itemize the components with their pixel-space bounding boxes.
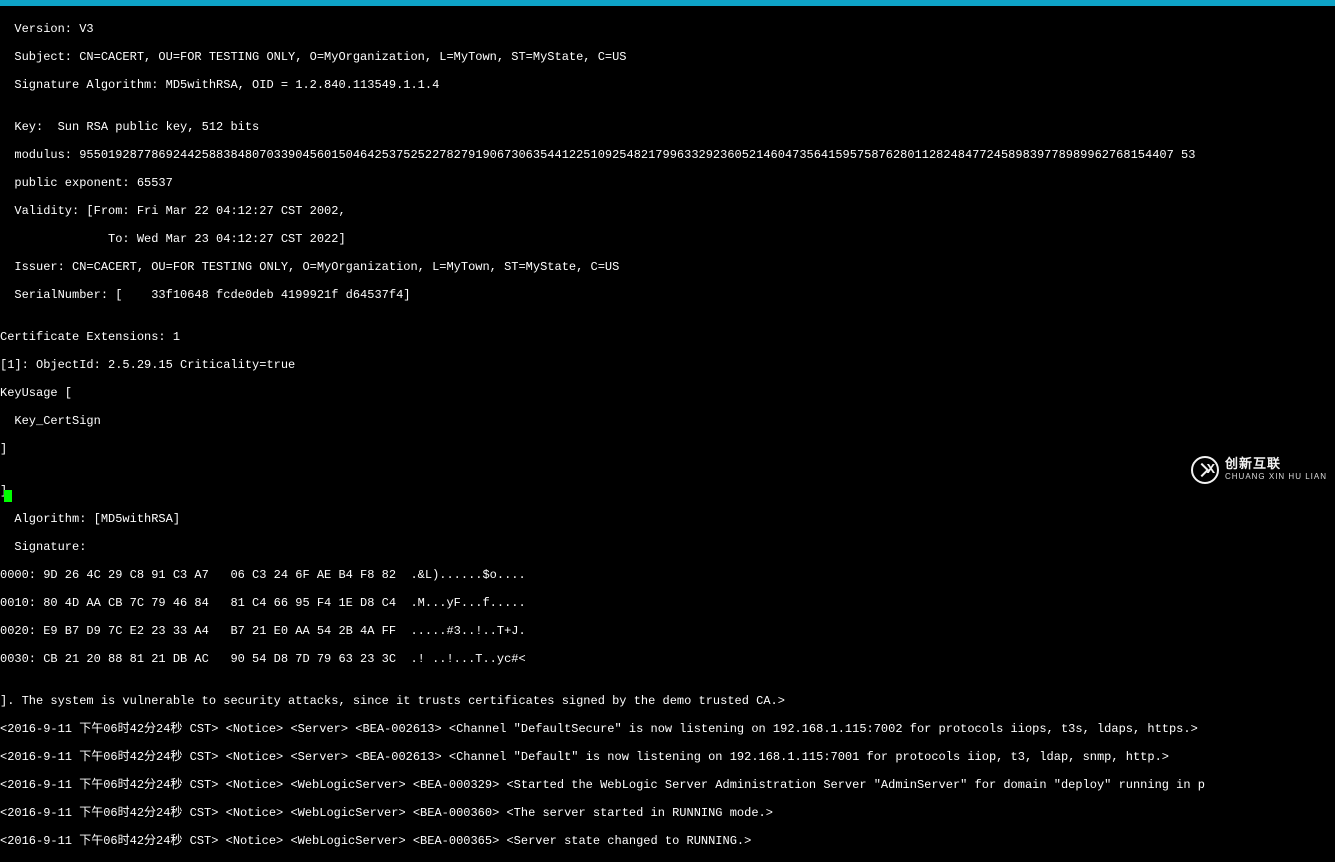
sig-row-0: 0000: 9D 26 4C 29 C8 91 C3 A7 06 C3 24 6… [0, 568, 1335, 582]
cert-pubexp: public exponent: 65537 [0, 176, 1335, 190]
cert-version: Version: V3 [0, 22, 1335, 36]
log-line: <2016-9-11 下午06时42分24秒 CST> <Notice> <We… [0, 778, 1335, 792]
log-line: <2016-9-11 下午06时42分24秒 CST> <Notice> <We… [0, 834, 1335, 848]
cert-signature-label: Signature: [0, 540, 1335, 554]
watermark-logo: X 创新互联 CHUANG XIN HU LIAN [1191, 456, 1327, 484]
cert-ext-objectid: [1]: ObjectId: 2.5.29.15 Criticality=tru… [0, 358, 1335, 372]
cert-ext-count: Certificate Extensions: 1 [0, 330, 1335, 344]
cert-algorithm: Algorithm: [MD5withRSA] [0, 512, 1335, 526]
cert-keyusage-value: Key_CertSign [0, 414, 1335, 428]
cert-sigalg: Signature Algorithm: MD5withRSA, OID = 1… [0, 78, 1335, 92]
cert-issuer: Issuer: CN=CACERT, OU=FOR TESTING ONLY, … [0, 260, 1335, 274]
log-line: <2016-9-11 下午06时42分24秒 CST> <Notice> <Se… [0, 750, 1335, 764]
log-line: <2016-9-11 下午06时42分24秒 CST> <Notice> <Se… [0, 722, 1335, 736]
warning-line: ]. The system is vulnerable to security … [0, 694, 1335, 708]
cert-subject: Subject: CN=CACERT, OU=FOR TESTING ONLY,… [0, 50, 1335, 64]
cert-close: ] [0, 484, 1335, 498]
sig-row-2: 0020: E9 B7 D9 7C E2 23 33 A4 B7 21 E0 A… [0, 624, 1335, 638]
watermark-text-sub: CHUANG XIN HU LIAN [1225, 470, 1327, 483]
terminal-cursor [4, 490, 12, 502]
cert-key: Key: Sun RSA public key, 512 bits [0, 120, 1335, 134]
watermark-text-main: 创新互联 [1225, 457, 1327, 470]
terminal-output[interactable]: Version: V3 Subject: CN=CACERT, OU=FOR T… [0, 6, 1335, 862]
cert-serial: SerialNumber: [ 33f10648 fcde0deb 419992… [0, 288, 1335, 302]
watermark-icon: X [1191, 456, 1219, 484]
cert-validity-to: To: Wed Mar 23 04:12:27 CST 2022] [0, 232, 1335, 246]
cert-modulus: modulus: 9550192877869244258838480703390… [0, 148, 1335, 162]
cert-keyusage-open: KeyUsage [ [0, 386, 1335, 400]
sig-row-1: 0010: 80 4D AA CB 7C 79 46 84 81 C4 66 9… [0, 596, 1335, 610]
cert-keyusage-close: ] [0, 442, 1335, 456]
cert-validity-from: Validity: [From: Fri Mar 22 04:12:27 CST… [0, 204, 1335, 218]
log-line: <2016-9-11 下午06时42分24秒 CST> <Notice> <We… [0, 806, 1335, 820]
sig-row-3: 0030: CB 21 20 88 81 21 DB AC 90 54 D8 7… [0, 652, 1335, 666]
